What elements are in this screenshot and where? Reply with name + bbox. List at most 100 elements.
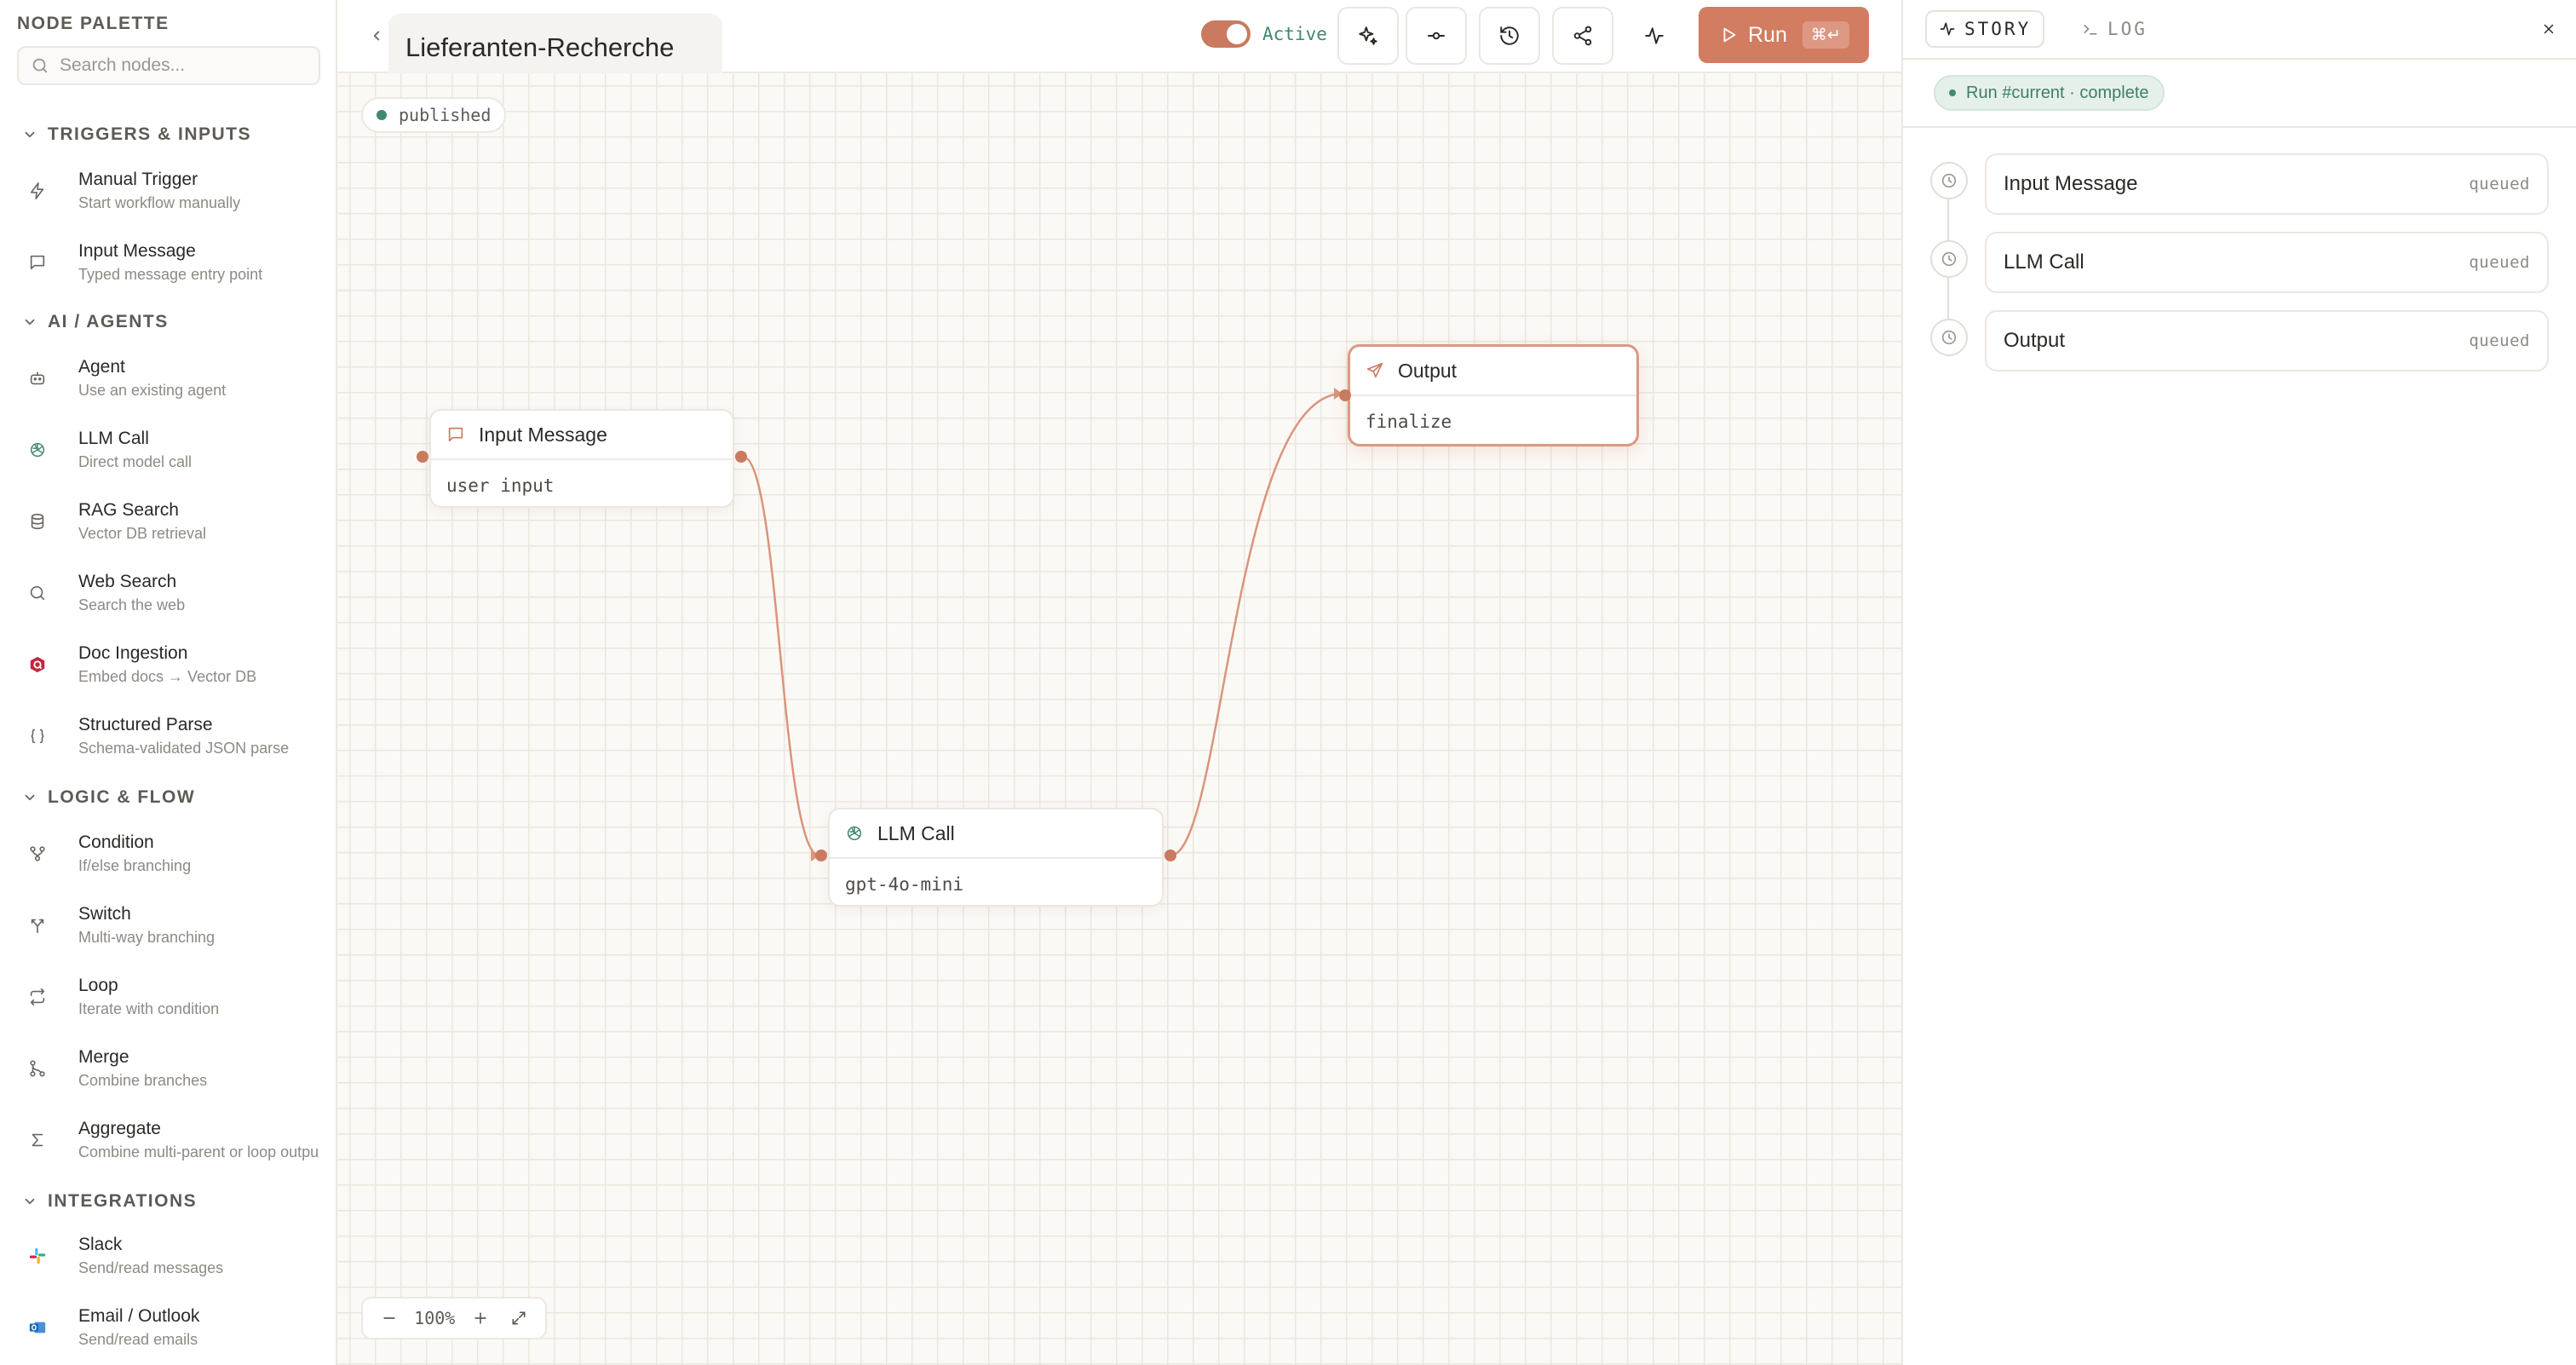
- palette-item-input-message[interactable]: Input Message Typed message entry point: [20, 230, 336, 295]
- node-palette-sidebar: NODE PALETTE TRIGGERS & INPUTS Manual Tr…: [0, 0, 337, 1365]
- step-state: queued: [2469, 253, 2530, 272]
- palette-item-doc-ingestion[interactable]: Doc Ingestion Embed docs → Vector DB: [20, 632, 336, 697]
- run-button[interactable]: Run ⌘↵: [1699, 7, 1869, 63]
- status-dot: [377, 110, 387, 120]
- palette-item-condition[interactable]: Condition If/else branching: [20, 821, 336, 886]
- palette-item-web-search[interactable]: Web Search Search the web: [20, 561, 336, 625]
- palette-item-merge[interactable]: Merge Combine branches: [20, 1036, 336, 1101]
- workflow-title[interactable]: Lieferanten-Recherche: [388, 14, 722, 73]
- section-label: LOGIC & FLOW: [48, 787, 196, 807]
- node-title: Input Message: [479, 423, 607, 446]
- send-icon: [1366, 362, 1383, 378]
- slack-icon: [29, 1247, 46, 1264]
- item-desc: Direct model call: [78, 453, 193, 470]
- palette-item-rag-search[interactable]: RAG Search Vector DB retrieval: [20, 489, 336, 554]
- item-name: RAG Search: [78, 500, 179, 520]
- item-name: Input Message: [78, 241, 196, 261]
- ai-assist-button[interactable]: [1337, 7, 1399, 65]
- zoom-controls: 100%: [361, 1297, 547, 1339]
- palette-item-loop[interactable]: Loop Iterate with condition: [20, 965, 336, 1029]
- robot-icon: [30, 371, 45, 385]
- output-handle[interactable]: [735, 451, 747, 463]
- message-icon: [448, 427, 463, 442]
- section-label: INTEGRATIONS: [48, 1191, 198, 1211]
- input-handle[interactable]: [1339, 389, 1351, 401]
- search-icon: [30, 585, 45, 601]
- node-llm-call[interactable]: LLM Call gpt-4o-mini: [828, 808, 1164, 907]
- bolt-icon: [30, 182, 44, 199]
- section-integrations[interactable]: INTEGRATIONS: [22, 1191, 197, 1212]
- workflow-canvas[interactable]: Lieferanten-Recherche Active Run ⌘↵ publ…: [337, 0, 1901, 1365]
- node-input-message[interactable]: Input Message user input: [429, 409, 734, 508]
- item-desc: Iterate with condition: [78, 1000, 220, 1017]
- status-badge: published: [361, 97, 507, 133]
- expand-icon: [512, 1311, 526, 1325]
- search-input[interactable]: [60, 55, 307, 76]
- sparkles-icon: [1359, 26, 1377, 45]
- tab-log[interactable]: LOG: [2070, 10, 2159, 48]
- item-desc: Multi-way branching: [78, 929, 216, 946]
- edge-llm-to-output: [1170, 392, 1343, 857]
- toggle-switch[interactable]: [1201, 20, 1251, 48]
- input-handle[interactable]: [417, 451, 428, 463]
- share-button[interactable]: [1552, 7, 1613, 65]
- search-box[interactable]: [17, 46, 320, 85]
- palette-item-switch[interactable]: Switch Multi-way branching: [20, 893, 336, 958]
- active-toggle[interactable]: Active: [1201, 20, 1327, 48]
- close-icon: [2544, 24, 2554, 34]
- section-label: TRIGGERS & INPUTS: [48, 124, 252, 144]
- section-logic-flow[interactable]: LOGIC & FLOW: [22, 787, 195, 808]
- activity-button[interactable]: [1624, 7, 1685, 65]
- palette-item-manual-trigger[interactable]: Manual Trigger Start workflow manually: [20, 158, 336, 223]
- node-output[interactable]: Output finalize: [1348, 344, 1639, 446]
- item-name: Structured Parse: [78, 715, 213, 734]
- braces-icon: [31, 729, 44, 744]
- openai-icon: [847, 826, 862, 841]
- outlook-icon: [29, 1322, 46, 1333]
- item-name: Loop: [78, 976, 118, 995]
- step-output[interactable]: Output queued: [1985, 310, 2549, 371]
- palette-item-slack[interactable]: Slack Send/read messages: [20, 1224, 336, 1288]
- run-status-badge: Run #current · complete: [1934, 75, 2165, 111]
- merge-icon: [30, 1060, 45, 1077]
- input-handle[interactable]: [815, 850, 827, 861]
- toggle-label: Active: [1262, 24, 1327, 44]
- tab-story[interactable]: STORY: [1925, 10, 2045, 48]
- activity-icon: [1940, 22, 1955, 36]
- item-name: Switch: [78, 904, 131, 924]
- doc-ingestion-icon: [30, 656, 45, 673]
- step-name: Input Message: [2004, 172, 2138, 195]
- step-status-icon: [1930, 162, 1968, 199]
- back-button[interactable]: [366, 22, 387, 49]
- plus-icon: [474, 1312, 486, 1324]
- commit-button[interactable]: [1406, 7, 1467, 65]
- message-icon: [30, 255, 45, 270]
- output-handle[interactable]: [1164, 850, 1176, 861]
- openai-icon: [30, 442, 45, 458]
- item-desc: Typed message entry point: [78, 266, 263, 283]
- palette-item-agent[interactable]: Agent Use an existing agent: [20, 346, 336, 411]
- section-triggers-inputs[interactable]: TRIGGERS & INPUTS: [22, 124, 251, 145]
- step-name: LLM Call: [2004, 251, 2084, 274]
- palette-item-llm-call[interactable]: LLM Call Direct model call: [20, 418, 336, 482]
- sigma-icon: [32, 1133, 43, 1147]
- close-panel-button[interactable]: [2537, 17, 2561, 41]
- node-body: finalize: [1366, 412, 1452, 432]
- status-text: published: [399, 105, 492, 125]
- palette-item-email-outlook[interactable]: Email / Outlook Send/read emails: [20, 1295, 336, 1360]
- zoom-in-button[interactable]: [467, 1305, 494, 1332]
- edges-layer: [742, 388, 1343, 861]
- zoom-out-button[interactable]: [376, 1305, 403, 1332]
- node-body: user input: [446, 475, 555, 496]
- palette-item-structured-parse[interactable]: Structured Parse Schema-validated JSON pa…: [20, 704, 336, 769]
- history-button[interactable]: [1479, 7, 1540, 65]
- step-input-message[interactable]: Input Message queued: [1985, 153, 2549, 215]
- item-desc: Combine multi-parent or loop outpu: [78, 1143, 319, 1161]
- clock-icon: [1941, 251, 1957, 267]
- section-ai-agents[interactable]: AI / AGENTS: [22, 312, 169, 332]
- palette-item-aggregate[interactable]: Aggregate Combine multi-parent or loop ou…: [20, 1108, 336, 1172]
- item-name: Slack: [78, 1235, 123, 1254]
- step-llm-call[interactable]: LLM Call queued: [1985, 232, 2549, 293]
- tab-label: LOG: [2107, 19, 2148, 39]
- fit-view-button[interactable]: [505, 1305, 532, 1332]
